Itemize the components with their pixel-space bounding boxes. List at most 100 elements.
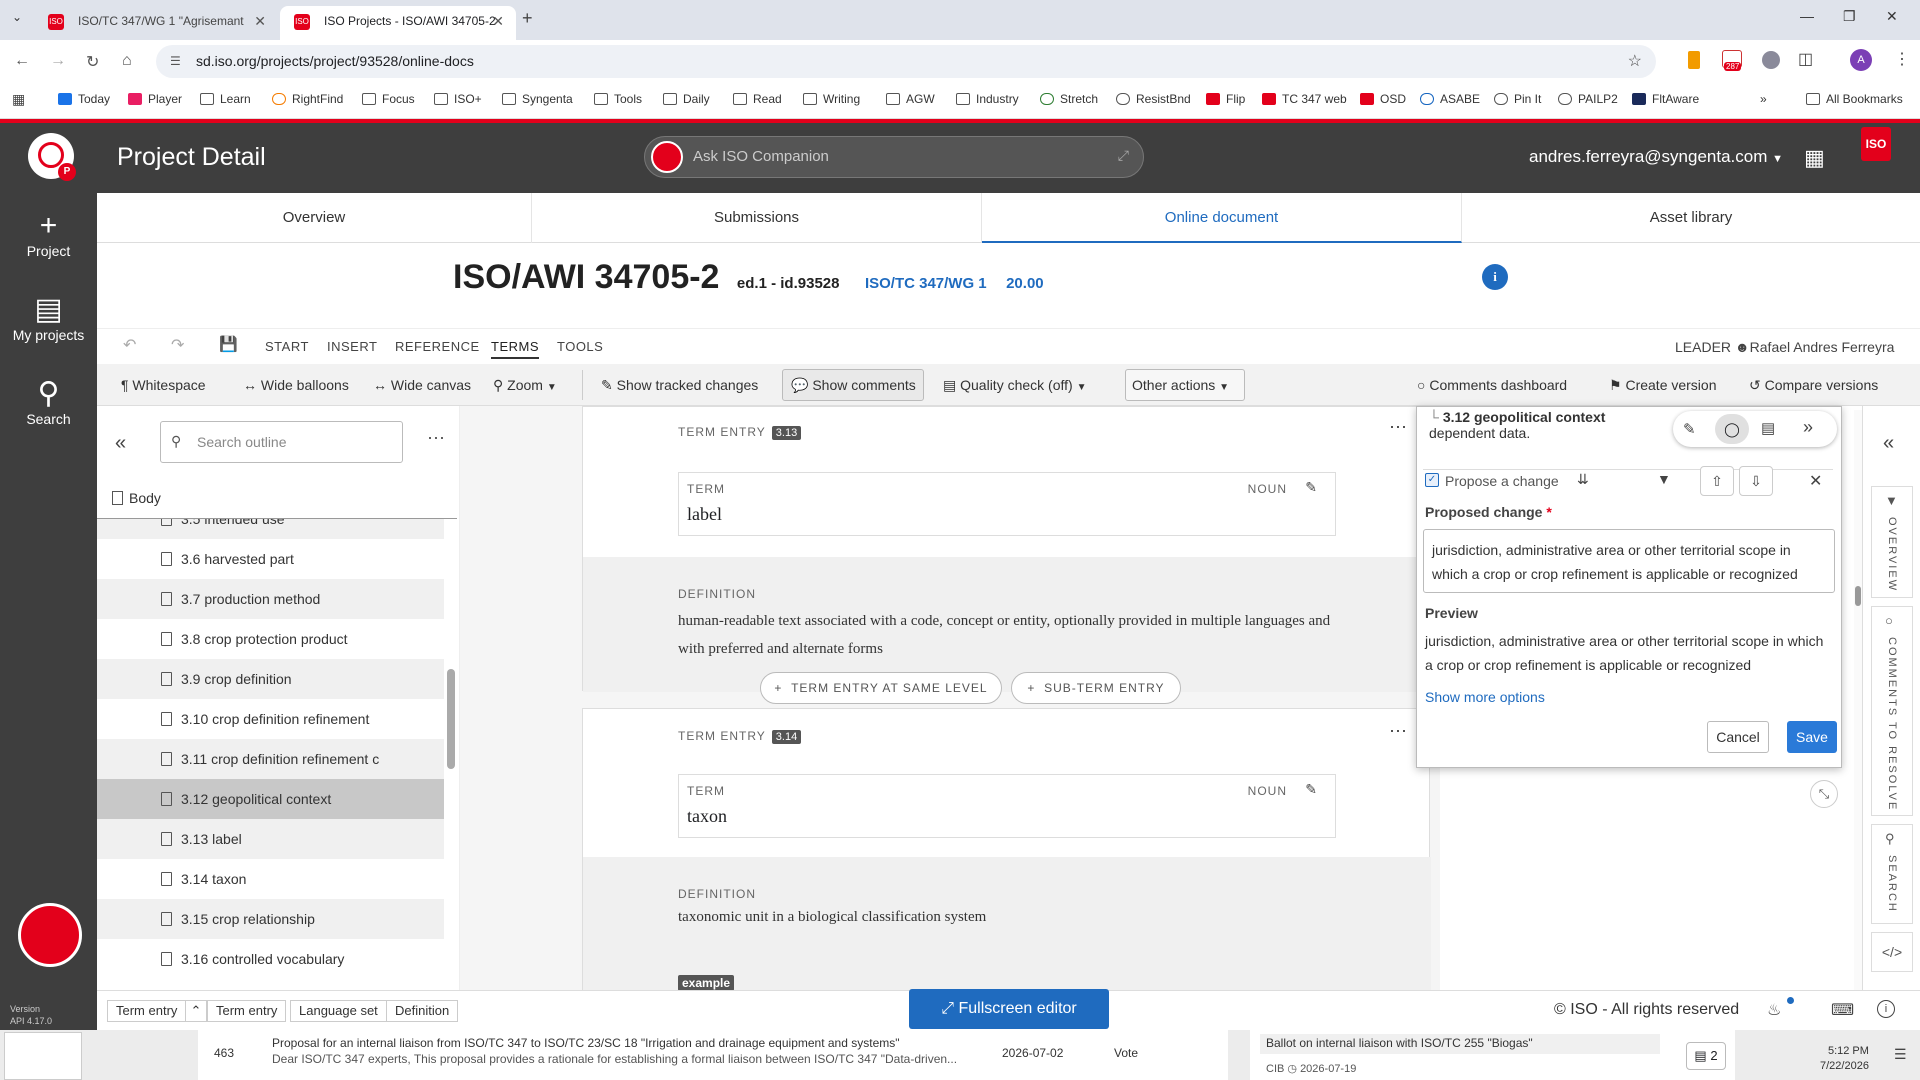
zoom-dropdown[interactable]: ⚲ Zoom ▼	[493, 377, 557, 394]
iso-companion-input[interactable]: Ask ISO Companion ⤢	[644, 136, 1144, 178]
outline-item[interactable]: 3.8 crop protection product	[97, 619, 444, 659]
extensions-puzzle-icon[interactable]: ◫	[1798, 49, 1813, 69]
create-version-button[interactable]: ⚑ Create version	[1609, 377, 1717, 394]
show-comments-toggle[interactable]: 💬 Show comments	[782, 369, 924, 401]
move-up-icon[interactable]: ⇧	[1700, 466, 1734, 496]
outline-item[interactable]: 3.16 controlled vocabulary	[97, 939, 444, 979]
browser-menu-icon[interactable]: ⋮	[1894, 49, 1910, 69]
site-info-icon[interactable]: ☰	[170, 45, 181, 78]
background-ballot-card[interactable]: Ballot on internal liaison with ISO/TC 2…	[1250, 1030, 1735, 1080]
entry-more-icon[interactable]: ⋯	[1389, 721, 1407, 742]
notifications-bell-icon[interactable]: ♨	[1767, 1000, 1781, 1020]
bookmark-star-icon[interactable]: ☆	[1628, 45, 1642, 78]
comment-icon[interactable]: ◯	[1715, 414, 1749, 444]
bookmark-isoplus[interactable]: ISO+	[434, 92, 482, 106]
breadcrumb-item[interactable]: Term entry	[207, 1000, 287, 1022]
redo-icon[interactable]: ↷	[171, 335, 185, 355]
more-bookmarks-icon[interactable]: »	[1760, 92, 1767, 106]
bookmark-pailp2[interactable]: PAILP2	[1558, 92, 1618, 106]
expand-icon[interactable]: ⤢	[1118, 147, 1129, 164]
profile-avatar[interactable]: A	[1850, 49, 1872, 71]
breadcrumb-item[interactable]: Language set	[290, 1000, 387, 1022]
outline-root-body[interactable]: Body	[112, 490, 161, 506]
app-grid-icon[interactable]: ▦	[1804, 145, 1825, 171]
new-tab-icon[interactable]: +	[522, 8, 533, 29]
bookmark-resistbnd[interactable]: ResistBnd	[1116, 92, 1191, 106]
close-tab-icon[interactable]: ✕	[254, 6, 266, 36]
breadcrumb-item[interactable]: Term entry	[107, 1000, 187, 1022]
tab-overview[interactable]: Overview	[97, 193, 532, 243]
bookmark-stretch[interactable]: Stretch	[1040, 92, 1098, 106]
bookmark-daily[interactable]: Daily	[663, 92, 710, 106]
tab-submissions[interactable]: Submissions	[532, 193, 982, 243]
outline-item[interactable]: 3.6 harvested part	[97, 539, 444, 579]
rail-project[interactable]: + Project	[0, 209, 97, 259]
scroll-thumb[interactable]	[1855, 586, 1861, 606]
quality-check-dropdown[interactable]: ▤ Quality check (off) ▼	[943, 377, 1086, 394]
rail-my-projects[interactable]: ▤ My projects	[0, 293, 97, 343]
bookmark-agw[interactable]: AGW	[886, 92, 935, 106]
rail-search[interactable]: ⚲ Search	[0, 377, 97, 427]
home-icon[interactable]: ⌂	[122, 52, 132, 70]
ballot-doc-count[interactable]: ▤ 2	[1686, 1042, 1726, 1070]
background-table-row[interactable]: 463 Proposal for an internal liaison fro…	[198, 1030, 1228, 1080]
outline-item[interactable]: 3.7 production method	[97, 579, 444, 619]
committee-link[interactable]: ISO/TC 347/WG 1	[865, 275, 987, 292]
show-tracked-changes-button[interactable]: ✎ Show tracked changes	[601, 377, 758, 394]
bookmark-tools[interactable]: Tools	[594, 92, 642, 106]
keyboard-icon[interactable]: ⌨	[1831, 1000, 1854, 1020]
outline-item[interactable]: 3.5 intended use	[97, 519, 444, 539]
comments-dashboard-button[interactable]: ○ Comments dashboard	[1417, 377, 1567, 393]
bookmark-flip[interactable]: Flip	[1206, 92, 1245, 106]
forward-icon[interactable]: →	[50, 52, 66, 70]
bookmark-tc347web[interactable]: TC 347 web	[1262, 92, 1347, 106]
save-disk-icon[interactable]: 💾	[219, 335, 238, 353]
term-box[interactable]: TERM NOUN ✎ label	[678, 472, 1336, 536]
window-close-icon[interactable]: ✕	[1886, 8, 1898, 25]
proposed-change-input[interactable]: jurisdiction, administrative area or oth…	[1423, 529, 1835, 593]
bookmark-syngenta[interactable]: Syngenta	[502, 92, 573, 106]
bookmark-learn[interactable]: Learn	[200, 92, 251, 106]
sidebar-tab-comments[interactable]: ○ COMMENTS TO RESOLVE	[1871, 606, 1913, 816]
save-button[interactable]: Save	[1787, 721, 1837, 753]
restore-icon[interactable]: ❐	[1843, 8, 1856, 25]
bookmark-player[interactable]: Player	[128, 92, 182, 106]
ribbon-tab-start[interactable]: START	[265, 339, 309, 354]
wide-canvas-button[interactable]: ↔ Wide canvas	[373, 377, 471, 393]
close-tab-icon[interactable]: ✕	[492, 6, 504, 36]
info-icon[interactable]: i	[1877, 1000, 1895, 1018]
sidebar-tab-search[interactable]: ⚲ SEARCH	[1871, 824, 1913, 924]
collapse-panel-icon[interactable]: ⤡	[1810, 780, 1838, 808]
bookmark-writing[interactable]: Writing	[803, 92, 860, 106]
canvas-scrollbar[interactable]	[1854, 410, 1862, 990]
example-tag[interactable]: example	[678, 975, 735, 990]
sidebar-tab-overview[interactable]: ▼ OVERVIEW	[1871, 486, 1913, 598]
propose-checkbox[interactable]: ✓	[1425, 473, 1439, 487]
iso-companion-globe-icon[interactable]	[18, 903, 82, 967]
extension-icon[interactable]	[1688, 51, 1700, 69]
outline-scrollbar[interactable]	[447, 669, 455, 769]
ribbon-tab-reference[interactable]: REFERENCE	[395, 339, 480, 354]
browser-tab-agrisemant[interactable]: ISO ISO/TC 347/WG 1 "Agrisemant ✕	[34, 6, 278, 40]
compare-versions-button[interactable]: ↺ Compare versions	[1749, 377, 1878, 394]
term-box[interactable]: TERM NOUN ✎ taxon	[678, 774, 1336, 838]
minimize-icon[interactable]: —	[1800, 8, 1814, 24]
collapse-outline-icon[interactable]: «	[115, 432, 126, 455]
outline-item[interactable]: 3.10 crop definition refinement	[97, 699, 444, 739]
search-outline-input[interactable]: ⚲ Search outline	[160, 421, 403, 463]
undo-icon[interactable]: ↶	[123, 335, 137, 355]
collapse-down-icon[interactable]: ⇊	[1577, 471, 1589, 488]
close-panel-icon[interactable]: ✕	[1809, 471, 1822, 491]
ribbon-tab-insert[interactable]: INSERT	[327, 339, 377, 354]
outline-item-selected[interactable]: 3.12 geopolitical context	[97, 779, 444, 819]
bookmark-rightfind[interactable]: RightFind	[272, 92, 343, 106]
bookmark-osd[interactable]: OSD	[1360, 92, 1406, 106]
wide-balloons-button[interactable]: ↔ Wide balloons	[243, 377, 349, 393]
bookmark-industry[interactable]: Industry	[956, 92, 1019, 106]
outline-item[interactable]: 3.13 label	[97, 819, 444, 859]
edit-icon[interactable]: ✎	[1305, 781, 1317, 798]
tab-online-document[interactable]: Online document	[982, 193, 1462, 243]
outline-item[interactable]: 3.11 crop definition refinement c	[97, 739, 444, 779]
outline-item[interactable]: 3.15 crop relationship	[97, 899, 444, 939]
expand-right-icon[interactable]: »	[1803, 417, 1813, 438]
